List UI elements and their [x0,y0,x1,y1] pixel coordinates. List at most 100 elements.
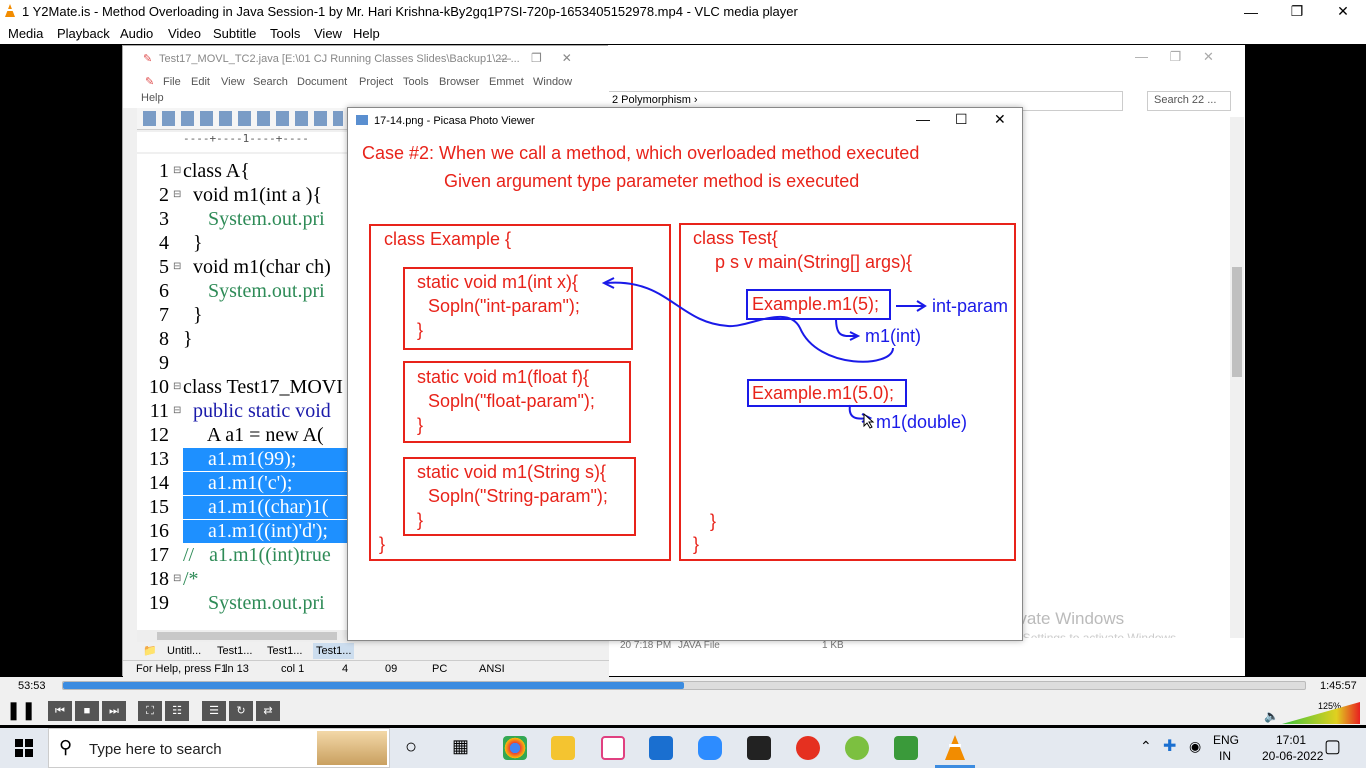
mouse-cursor-icon [863,412,875,429]
file-explorer-icon[interactable] [551,736,575,760]
npp-menu-document[interactable]: Document [297,76,347,88]
code-line: class A{ [183,160,250,182]
npp-menu-bar: ✎ File Edit View Search Document Project… [123,72,609,108]
menu-media[interactable]: Media [8,26,43,41]
notepad-plus-icon[interactable] [894,736,918,760]
code-line: void m1(int a ){ [183,184,323,206]
add-icon[interactable]: ✚ [1163,736,1176,756]
region-code[interactable]: IN [1219,749,1231,763]
sticky-notes-icon[interactable] [747,736,771,760]
npp-menu-file[interactable]: File [163,76,181,88]
status-line: ln 13 [225,663,249,675]
fold-marker-icon[interactable]: ⊟ [173,405,181,416]
line-number: 13 [149,448,169,470]
fullscreen-button[interactable]: ⛶ [138,701,162,721]
npp-menu-browser[interactable]: Browser [439,76,479,88]
cortana-icon[interactable]: ○ [405,736,417,759]
vlc-taskbar-icon[interactable] [943,734,967,762]
seek-bar[interactable] [62,681,1306,690]
fold-marker-icon[interactable]: ⊟ [173,165,181,176]
explorer-scrollbar[interactable] [1230,117,1244,647]
playlist-button[interactable]: ☰ [202,701,226,721]
wifi-icon[interactable]: ◉ [1189,738,1201,755]
picasa-photo-viewer: 17-14.png - Picasa Photo Viewer — ☐ ✕ Ca… [347,107,1023,641]
file-tab[interactable]: Test1... [267,645,302,657]
menu-playback[interactable]: Playback [57,26,110,41]
clock-time[interactable]: 17:01 [1276,733,1306,747]
method-string-body: Sopln("String-param"); [428,486,608,506]
npp-toolbar-icons[interactable] [143,111,343,126]
code-line: public static void [183,400,331,422]
snipping-tool-icon[interactable] [601,736,625,760]
previous-button[interactable]: ⏮ [48,701,72,721]
npp-menu-search[interactable]: Search [253,76,288,88]
speaker-icon[interactable]: 🔈 [1264,709,1279,723]
npp-menu-edit[interactable]: Edit [191,76,210,88]
menu-subtitle[interactable]: Subtitle [213,26,256,41]
fold-marker-icon[interactable]: ⊟ [173,189,181,200]
zoom-icon[interactable] [698,736,722,760]
file-tab[interactable]: Test1... [217,645,252,657]
picasa-maximize-button[interactable]: ☐ [955,111,968,128]
explorer-window-controls: — ❐ ✕ [1135,49,1214,64]
file-date: 20 7:18 PM [620,640,672,651]
volume-slider[interactable] [1282,702,1360,724]
code-line: A a1 = new A( [183,424,324,446]
line-number: 18 [149,568,169,590]
picasa-close-button[interactable]: ✕ [994,111,1006,128]
show-hidden-icons-icon[interactable]: ⌃ [1140,738,1152,755]
menu-help[interactable]: Help [353,26,380,41]
line-number: 10 [149,376,169,398]
search-icon: ⚲ [59,737,73,757]
npp-window-controls[interactable]: — ❐ ✕ [499,51,572,65]
stop-button[interactable]: ■ [75,701,99,721]
shuffle-button[interactable]: ⇄ [256,701,280,721]
language-code[interactable]: ENG [1213,733,1239,747]
windows-start-icon[interactable] [15,739,33,757]
breadcrumb-text: 2 Polymorphism [612,94,691,106]
menu-view[interactable]: View [314,26,342,41]
menu-audio[interactable]: Audio [120,26,153,41]
code-line-selected: a1.m1((int)'d'); [183,520,349,543]
pause-button[interactable]: ❚❚ [6,700,36,722]
task-view-icon[interactable]: ▦ [452,736,469,757]
chrome-icon[interactable] [503,736,527,760]
menu-tools[interactable]: Tools [270,26,300,41]
npp-menu-emmet[interactable]: Emmet [489,76,524,88]
npp-menu-window[interactable]: Window [533,76,572,88]
maximize-button[interactable]: ❐ [1274,0,1320,23]
code-line: System.out.pri [183,280,325,302]
file-tab-active[interactable]: Test1... [313,643,355,659]
store-icon[interactable] [649,736,673,760]
taj-mahal-search-highlight [317,731,387,765]
menu-video[interactable]: Video [168,26,201,41]
extended-settings-button[interactable]: ☷ [165,701,189,721]
line-number: 12 [149,424,169,446]
fold-marker-icon[interactable]: ⊟ [173,261,181,272]
loop-button[interactable]: ↻ [229,701,253,721]
code-line: System.out.pri [183,208,325,230]
taskbar-search-box[interactable]: ⚲ Type here to search [48,728,390,768]
file-tab[interactable]: Untitl... [167,645,201,657]
explorer-search-box[interactable]: Search 22 ... [1147,91,1231,111]
fold-marker-icon[interactable]: ⊟ [173,573,181,584]
status-eol: PC [432,663,448,675]
npp-menu-project[interactable]: Project [359,76,393,88]
status-help: For Help, press F1 [136,663,228,675]
method-int-body: Sopln("int-param"); [428,296,580,316]
npp-menu-view[interactable]: View [221,76,245,88]
test-class-header: class Test{ [693,228,778,248]
notifications-icon[interactable]: ▢ [1324,736,1341,757]
clock-date[interactable]: 20-06-2022 [1262,749,1323,763]
fold-marker-icon[interactable]: ⊟ [173,381,181,392]
close-button[interactable]: ✕ [1320,0,1366,23]
npp-menu-tools[interactable]: Tools [403,76,429,88]
app-green-icon[interactable] [845,736,869,760]
picasa-minimize-button[interactable]: — [916,111,930,127]
next-button[interactable]: ⏭ [102,701,126,721]
npp-menu-help[interactable]: Help [141,92,164,104]
minimize-button[interactable]: — [1228,0,1274,23]
screen-recorder-icon[interactable] [796,736,820,760]
vlc-controls: 53:53 1:45:57 ❚❚ ⏮ ■ ⏭ ⛶ ☷ ☰ ↻ ⇄ 🔈 125% [0,677,1366,725]
video-area[interactable]: — ❐ ✕ 2 Polymorphism › Search 22 ... Act… [0,44,1366,677]
